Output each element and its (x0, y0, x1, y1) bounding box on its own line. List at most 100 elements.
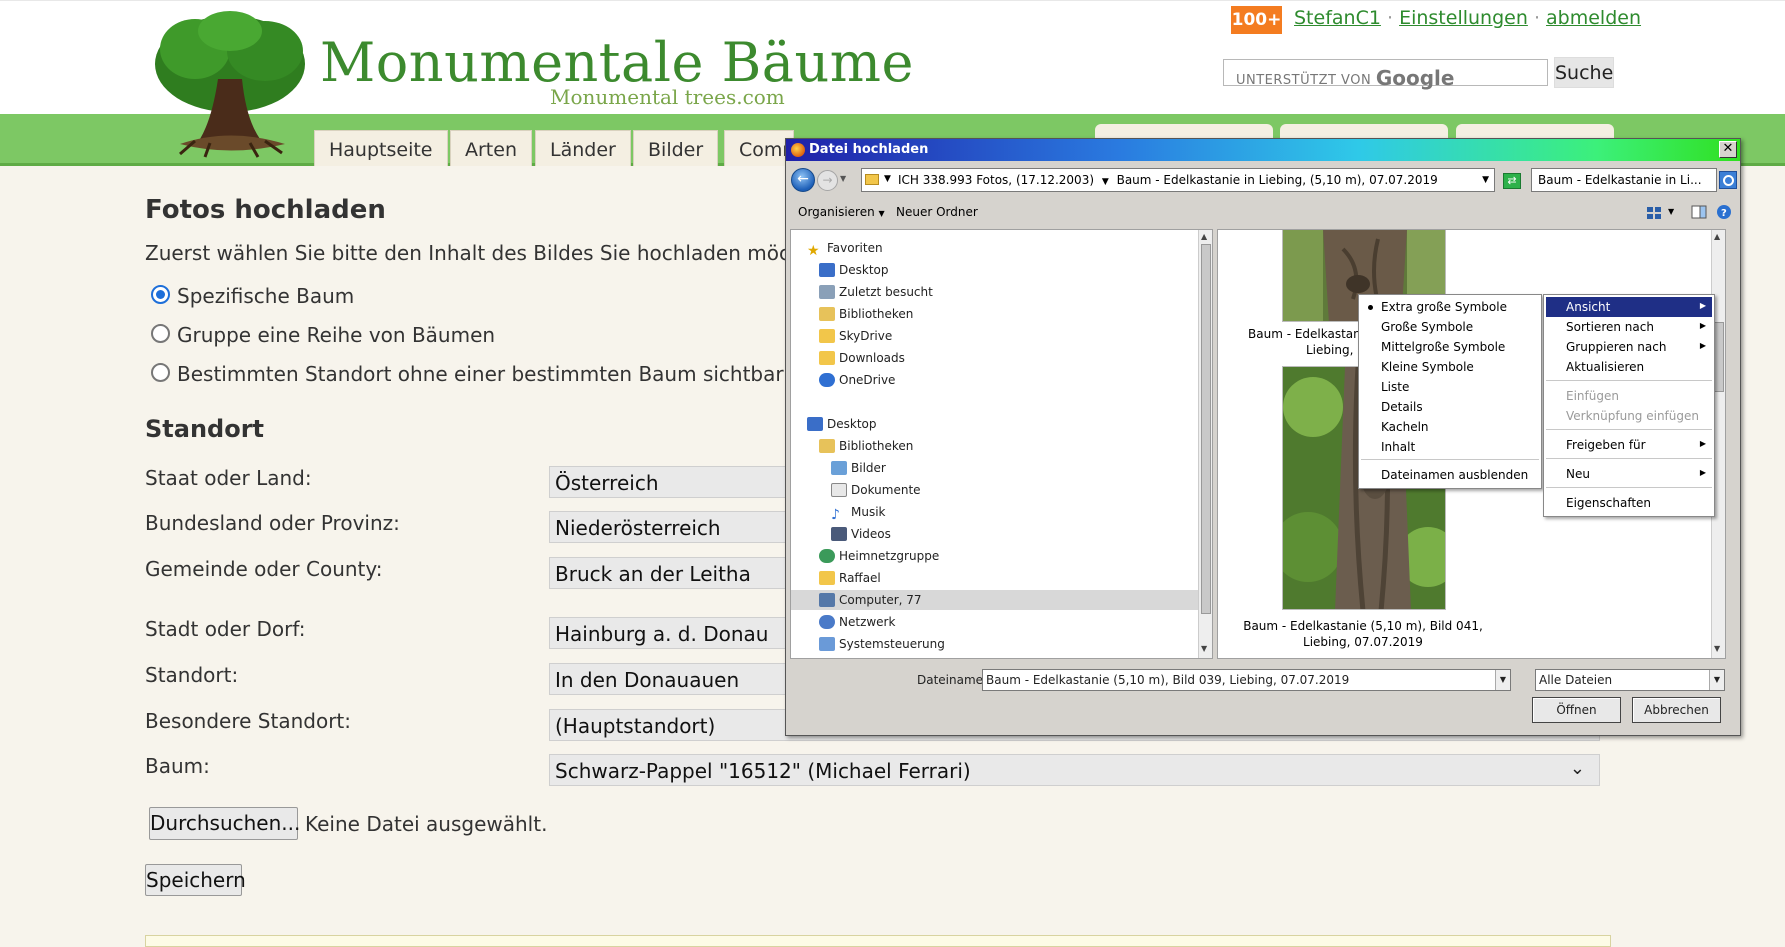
cancel-button[interactable]: Abbrechen (1632, 697, 1721, 723)
breadcrumb-item[interactable]: Baum - Edelkastanie in Liebing, (5,10 m)… (1117, 173, 1438, 187)
nav-item-user[interactable]: Raffael (819, 568, 881, 588)
new-folder-button[interactable]: Neuer Ordner (896, 205, 978, 219)
scroll-up-icon[interactable]: ▲ (1201, 232, 1207, 241)
tab-arten[interactable]: Arten (450, 130, 532, 166)
menu-item-refresh[interactable]: Aktualisieren (1546, 357, 1712, 377)
dialog-search-input[interactable]: Baum - Edelkastanie in Li... (1531, 168, 1717, 192)
breadcrumb[interactable]: ▼ ICH 338.993 Fotos, (17.12.2003) ▼ Baum… (861, 168, 1495, 192)
search-input[interactable]: UNTERSTÜTZT VON Google (1223, 59, 1548, 90)
nav-item-pictures[interactable]: Bilder (831, 458, 886, 478)
chevron-down-icon[interactable]: ▼ (1102, 177, 1109, 187)
nav-item-documents[interactable]: Dokumente (831, 480, 921, 500)
chevron-down-icon[interactable]: ▼ (1668, 207, 1674, 216)
radio-label[interactable]: Spezifische Baum (177, 284, 354, 308)
nav-item-homegroup[interactable]: Heimnetzgruppe (819, 546, 939, 566)
organize-button[interactable]: Organisieren ▼ (798, 205, 885, 219)
nav-item-label: Zuletzt besucht (839, 285, 933, 299)
nav-item-desktop-root[interactable]: Desktop (807, 414, 877, 434)
refresh-icon[interactable]: ⇄ (1503, 173, 1521, 189)
menu-item-new[interactable]: Neu ▶ (1546, 464, 1712, 484)
breadcrumb-item[interactable]: ICH 338.993 Fotos, (17.12.2003) (898, 173, 1094, 187)
view-options-icon[interactable] (1646, 204, 1662, 220)
scroll-down-icon[interactable]: ▼ (1714, 644, 1720, 653)
menu-item-small-icons[interactable]: Kleine Symbole (1361, 357, 1539, 377)
nav-item-label: Bibliotheken (839, 307, 914, 321)
recent-dropdown-icon[interactable]: ▼ (840, 174, 846, 183)
browse-button[interactable]: Durchsuchen... (149, 807, 300, 840)
dialog-titlebar[interactable]: Datei hochladen ✕ (786, 139, 1740, 161)
nav-item-favorites[interactable]: ★ Favoriten (807, 238, 883, 259)
nav-item-videos[interactable]: Videos (831, 524, 891, 544)
close-button[interactable]: ✕ (1719, 141, 1737, 158)
nav-item-desktop[interactable]: Desktop (819, 260, 889, 280)
tab-bilder[interactable]: Bilder (633, 130, 719, 166)
nav-item-music[interactable]: ♪ Musik (831, 502, 886, 523)
radio-tree-group[interactable] (151, 324, 170, 343)
menu-item-label: Gruppieren nach (1566, 340, 1667, 354)
menu-item-large-icons[interactable]: Große Symbole (1361, 317, 1539, 337)
filename-input[interactable]: Baum - Edelkastanie (5,10 m), Bild 039, … (982, 669, 1511, 691)
forward-arrow-icon[interactable]: → (817, 170, 838, 191)
nav-item-downloads[interactable]: Downloads (819, 348, 905, 368)
page-title: Fotos hochladen (145, 195, 386, 225)
radio-specific-tree[interactable] (151, 285, 170, 304)
nav-scrollbar[interactable]: ▲ ▼ (1198, 230, 1212, 658)
nav-item-computer[interactable]: Computer, 77 (791, 590, 1198, 610)
help-icon[interactable]: ? (1716, 204, 1732, 220)
settings-link[interactable]: Einstellungen (1399, 7, 1528, 29)
menu-item-properties[interactable]: Eigenschaften (1546, 493, 1712, 513)
chevron-down-icon[interactable]: ▼ (884, 174, 891, 184)
scroll-thumb[interactable] (1714, 322, 1724, 392)
chevron-right-icon: ▶ (1699, 321, 1706, 330)
tab-hauptseite[interactable]: Hauptseite (314, 130, 448, 166)
menu-item-share-with[interactable]: Freigeben für ▶ (1546, 435, 1712, 455)
menu-item-extra-large-icons[interactable]: Extra große Symbole (1361, 297, 1539, 317)
file-caption[interactable]: Baum - Edelkastanie (5,10 m), Bild 041, … (1238, 618, 1488, 650)
filename-value: Baum - Edelkastanie (5,10 m), Bild 039, … (986, 673, 1350, 687)
nav-item-control-panel[interactable]: Systemsteuerung (819, 634, 945, 654)
nav-item-libraries[interactable]: Bibliotheken (819, 436, 913, 456)
menu-item-content[interactable]: Inhalt (1361, 437, 1539, 457)
tab-laender[interactable]: Länder (535, 130, 631, 166)
tree-select[interactable]: Schwarz-Pappel "16512" (Michael Ferrari)… (549, 754, 1600, 786)
scroll-thumb[interactable] (1201, 244, 1211, 614)
menu-item-medium-icons[interactable]: Mittelgroße Symbole (1361, 337, 1539, 357)
menu-item-sort-by[interactable]: Sortieren nach ▶ (1546, 317, 1712, 337)
search-button[interactable]: Suche (1554, 57, 1614, 88)
radio-label[interactable]: Bestimmten Standort ohne einer bestimmte… (177, 362, 884, 386)
radio-location-only[interactable] (151, 363, 170, 382)
search-icon[interactable] (1719, 171, 1737, 189)
back-arrow-icon[interactable]: ← (791, 168, 815, 192)
notification-badge[interactable]: 100+ (1231, 6, 1282, 34)
menu-item-hide-filenames[interactable]: Dateinamen ausblenden (1361, 465, 1539, 485)
menu-item-view[interactable]: Ansicht ▶ (1546, 297, 1712, 317)
nav-item-onedrive[interactable]: OneDrive (819, 370, 895, 390)
chevron-down-icon[interactable]: ▼ (1495, 670, 1510, 690)
open-button[interactable]: Öffnen (1532, 697, 1621, 723)
radio-label[interactable]: Gruppe eine Reihe von Bäumen (177, 323, 495, 347)
logout-link[interactable]: abmelden (1546, 7, 1641, 29)
filetype-select[interactable]: Alle Dateien ▼ (1535, 669, 1725, 691)
context-menu: Ansicht ▶ Sortieren nach ▶ Gruppieren nach… (1543, 294, 1715, 517)
nav-item-recent[interactable]: Zuletzt besucht (819, 282, 933, 302)
tree-logo-icon[interactable] (150, 9, 310, 159)
menu-item-paste: Einfügen (1566, 389, 1619, 403)
preview-pane-icon[interactable] (1691, 204, 1707, 220)
chevron-down-icon[interactable]: ▼ (1709, 670, 1724, 690)
chevron-down-icon[interactable]: ▼ (1482, 175, 1489, 185)
save-button[interactable]: Speichern (145, 864, 246, 896)
menu-item-label: Extra große Symbole (1381, 300, 1507, 314)
menu-item-details[interactable]: Details (1361, 397, 1539, 417)
nav-item-label: Desktop (839, 263, 889, 277)
scroll-up-icon[interactable]: ▲ (1714, 232, 1720, 241)
tab-community[interactable]: Comm (724, 130, 794, 166)
user-link[interactable]: StefanC1 (1294, 7, 1381, 29)
chevron-right-icon: ▶ (1699, 341, 1706, 350)
menu-item-list[interactable]: Liste (1361, 377, 1539, 397)
menu-item-tiles[interactable]: Kacheln (1361, 417, 1539, 437)
nav-item-libraries[interactable]: Bibliotheken (819, 304, 913, 324)
nav-item-network[interactable]: Netzwerk (819, 612, 895, 632)
nav-item-skydrive[interactable]: SkyDrive (819, 326, 892, 346)
scroll-down-icon[interactable]: ▼ (1201, 644, 1207, 653)
menu-item-group-by[interactable]: Gruppieren nach ▶ (1546, 337, 1712, 357)
